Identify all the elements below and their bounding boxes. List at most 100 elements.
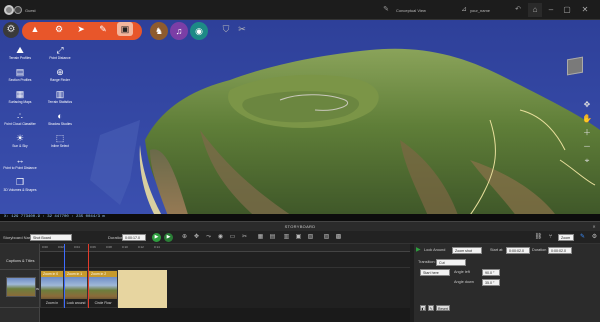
transition-select[interactable]: Cut xyxy=(436,259,466,266)
timeline-ruler[interactable]: 0:00 0:02 0:04 0:06 0:08 0:10 0:12 0:14 xyxy=(40,244,410,252)
shadow-icon: ◐ xyxy=(57,111,63,121)
app-secondary-logo-icon[interactable] xyxy=(14,6,22,14)
look-around-label: Look Around xyxy=(424,248,446,252)
tool-media[interactable]: ♫ xyxy=(170,22,188,40)
point-distance-button[interactable]: ⤢ Point Distance xyxy=(40,45,80,60)
terrain-statistics-label: Terrain Statistics xyxy=(47,100,73,104)
clip-1[interactable]: Zoom in 0 Zoom in xyxy=(40,270,64,308)
cut-icon[interactable]: ✂ xyxy=(240,233,249,242)
ruler-icon[interactable]: ⊿ xyxy=(460,6,468,14)
section-profiles-button[interactable]: ▤ Section Profiles xyxy=(0,67,40,82)
clip-2-thumbnail xyxy=(65,277,87,301)
transition-label: Transition: xyxy=(418,260,436,264)
start-here-select[interactable]: Start here xyxy=(420,269,450,276)
video-icon[interactable]: ▣ xyxy=(294,233,303,242)
play-button[interactable]: ▶ xyxy=(152,233,161,242)
inline-select-button[interactable]: ⬚ Inline Select xyxy=(40,133,80,148)
tool-layers[interactable]: ▣ xyxy=(117,22,133,36)
point-to-point-distance-button[interactable]: ↔ Point to Point Distance xyxy=(0,155,40,170)
scissors-icon[interactable]: ✂ xyxy=(234,22,250,36)
storyboard-header: STORYBOARD ✕ xyxy=(0,221,600,231)
terrain-profiles-button[interactable]: ⛰ Terrain Profiles xyxy=(0,45,40,60)
tool-terrain[interactable]: ▲ xyxy=(27,22,43,36)
surfacing-maps-button[interactable]: ▦ Surfacing Maps xyxy=(0,89,40,104)
minimize-icon[interactable]: – xyxy=(544,3,558,17)
path-icon[interactable]: ⤳ xyxy=(204,233,213,242)
angle-left-field[interactable]: 90.0 ° xyxy=(482,269,500,276)
close-icon[interactable]: ✕ xyxy=(578,3,592,17)
start-at-field[interactable]: 0:00:02.0 xyxy=(506,247,530,254)
zoom-select[interactable]: Zoom xyxy=(558,234,574,241)
settings-icon[interactable]: ⌂ xyxy=(528,3,542,17)
image-icon[interactable]: ▧ xyxy=(306,233,315,242)
measure-icon: ↔ xyxy=(15,155,25,165)
settings-gear-icon[interactable]: ⚙ xyxy=(3,22,19,38)
range-finder-button[interactable]: ⊕ Range Finder xyxy=(40,67,80,82)
record-icon[interactable]: ◉ xyxy=(216,233,225,242)
scene-label[interactable]: your_name xyxy=(470,8,490,13)
pin-icon[interactable]: ✎ xyxy=(578,233,587,242)
3d-volumes-shapes-button[interactable]: ❒ 3D Volumes & Shapes xyxy=(0,177,40,192)
clip-3-thumbnail xyxy=(89,277,117,301)
duration-prop-field[interactable]: 0:00:02.0 xyxy=(548,247,572,254)
branch-icon[interactable]: ⑂ xyxy=(546,233,555,242)
settings-icon[interactable]: ⚙ xyxy=(590,233,599,242)
shadow-studies-button[interactable]: ◐ Shadow Studies xyxy=(40,111,80,126)
zoom-out-icon[interactable]: － xyxy=(582,142,592,152)
angle-down-field[interactable]: 35.0 ° xyxy=(482,279,500,286)
book-icon[interactable]: ▨ xyxy=(322,233,331,242)
timeline[interactable]: 0:00 0:02 0:04 0:06 0:08 0:10 0:12 0:14 … xyxy=(40,244,410,322)
project-label[interactable]: Conceptual View xyxy=(396,8,426,13)
add-keyframe-icon[interactable]: ⊕ xyxy=(180,233,189,242)
shadow-studies-label: Shadow Studies xyxy=(48,122,72,126)
tool-gear[interactable]: ⚙ xyxy=(51,22,67,36)
camera-view-icon[interactable]: ◧ xyxy=(420,305,426,311)
duration-field[interactable]: 0:00:17.0 xyxy=(122,234,146,241)
link-icon[interactable]: ⛓ xyxy=(534,233,543,242)
tool-paint[interactable]: ✎ xyxy=(95,22,111,36)
film-icon[interactable]: ▥ xyxy=(282,233,291,242)
clip-3[interactable]: Zoom in 2 Circle Flow xyxy=(88,270,118,308)
play-loop-button[interactable]: ▶ xyxy=(164,233,173,242)
lock-icon[interactable]: ⌖ xyxy=(582,156,592,166)
playhead-start[interactable] xyxy=(64,244,65,308)
view-cube[interactable] xyxy=(567,56,583,76)
sun-icon: ☀ xyxy=(15,133,25,143)
maximize-icon[interactable]: ▢ xyxy=(560,3,574,17)
clip-2[interactable]: Zoom in 1 Look around xyxy=(64,270,88,308)
tick-label: 0:06 xyxy=(90,245,96,249)
tool-select[interactable]: ➤ xyxy=(73,22,89,36)
playhead-current[interactable] xyxy=(88,244,89,308)
undo-icon[interactable]: ↶ xyxy=(514,6,522,14)
revert-button[interactable]: Revert xyxy=(436,305,450,311)
orbit-icon[interactable]: ✥ xyxy=(582,100,592,110)
captions-track-lane[interactable] xyxy=(40,252,410,268)
tick-label: 0:10 xyxy=(122,245,128,249)
shield-icon[interactable]: ⛉ xyxy=(218,22,234,36)
grid-icon[interactable]: ▦ xyxy=(256,233,265,242)
track-captions-titles[interactable]: Captions & Titles xyxy=(0,252,40,270)
export-icon[interactable]: ▤ xyxy=(268,233,277,242)
tick-label: 0:14 xyxy=(154,245,160,249)
storyboard-name-field[interactable]: Shot Board xyxy=(30,234,72,241)
tool-globe[interactable]: ◉ xyxy=(190,22,208,40)
user-label[interactable]: Guest xyxy=(25,8,36,13)
terrain-statistics-button[interactable]: ▥ Terrain Statistics xyxy=(40,89,80,104)
terrain-profiles-label: Terrain Profiles xyxy=(9,56,31,60)
zoom-in-icon[interactable]: ＋ xyxy=(582,128,592,138)
share-icon[interactable]: ▩ xyxy=(334,233,343,242)
tool-character[interactable]: ♞ xyxy=(150,22,168,40)
app-logo-icon[interactable] xyxy=(4,5,14,15)
point-cloud-classifier-button[interactable]: ∴ Point Cloud Classifier xyxy=(0,111,40,126)
play-clip-icon[interactable]: ▶ xyxy=(416,246,421,253)
edit-icon[interactable]: ✎ xyxy=(382,6,390,14)
hand-icon[interactable]: ✋ xyxy=(582,114,592,124)
tick-label: 0:02 xyxy=(58,245,64,249)
camera-icon[interactable]: ▭ xyxy=(228,233,237,242)
3d-viewport[interactable]: ✥ ✋ ＋ － ⌖ xyxy=(0,20,600,221)
look-around-field[interactable]: Zoom shot xyxy=(452,247,482,254)
move-icon[interactable]: ✥ xyxy=(192,233,201,242)
edit-view-icon[interactable]: ✎ xyxy=(428,305,434,311)
tick-label: 0:00 xyxy=(42,245,48,249)
sun-sky-button[interactable]: ☀ Sun & Sky xyxy=(0,133,40,148)
